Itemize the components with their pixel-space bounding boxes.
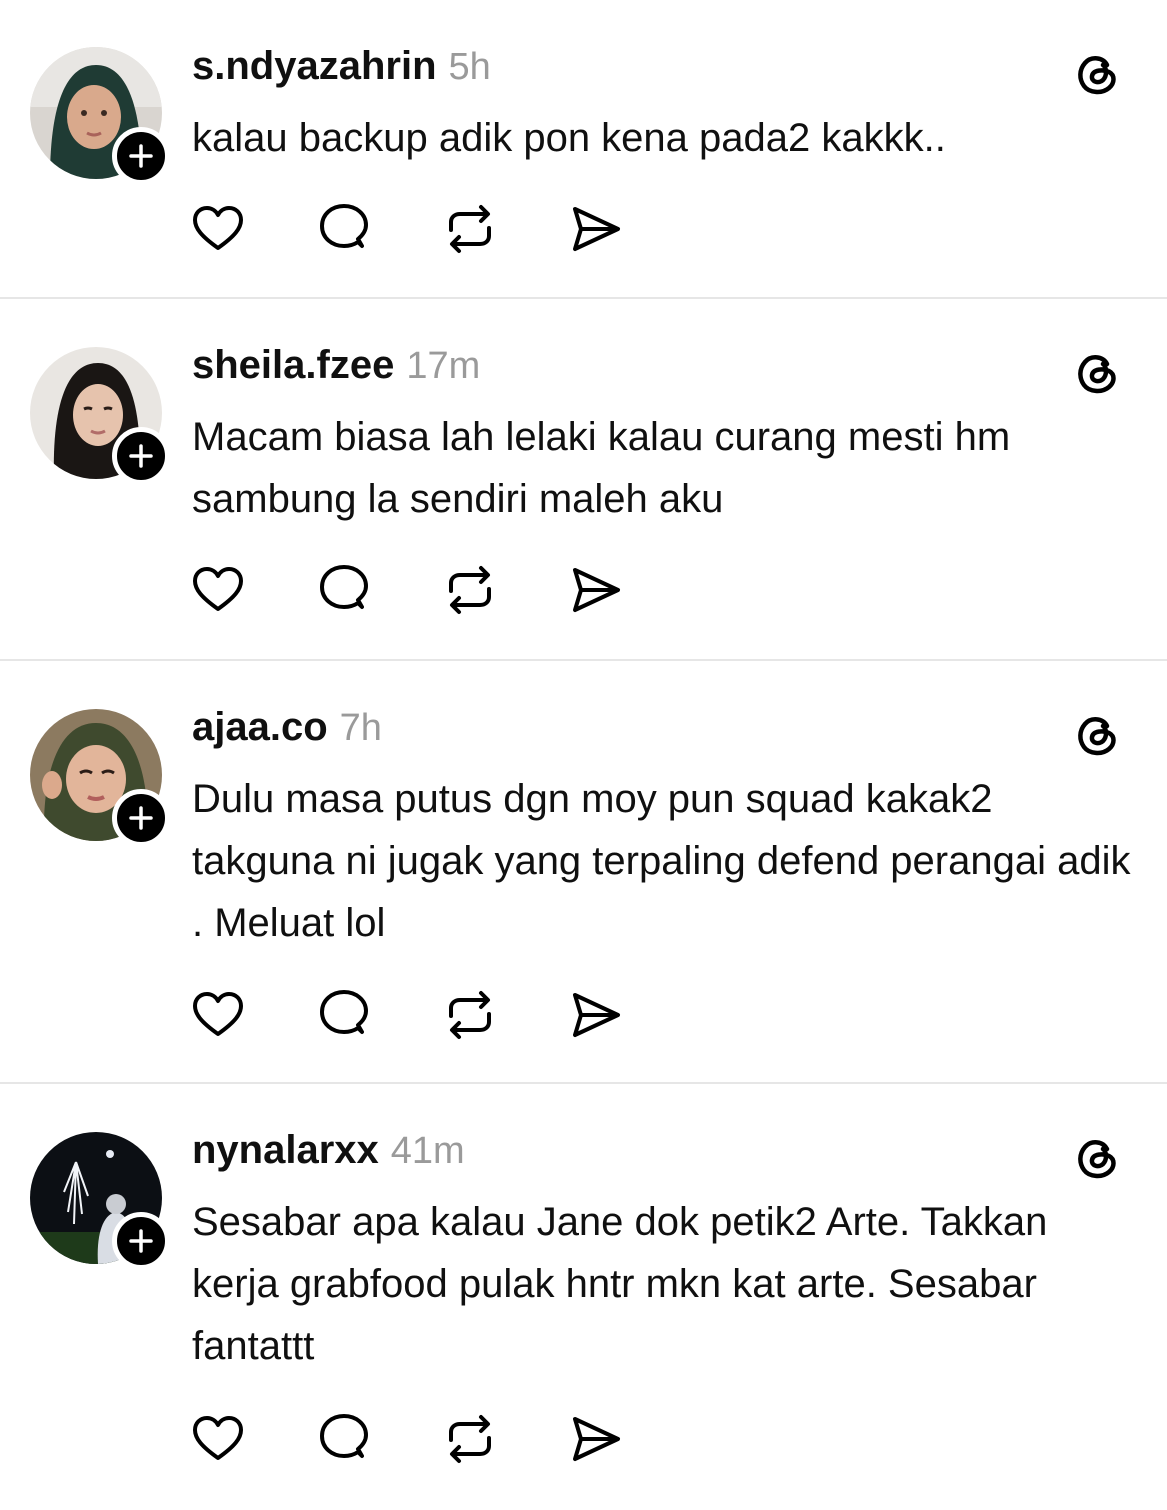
threads-logo-icon[interactable]	[1072, 347, 1122, 397]
reply-button[interactable]	[316, 987, 372, 1043]
post: ajaa.co 7h Dulu masa putus dgn moy pun s…	[0, 661, 1167, 1084]
repost-button[interactable]	[442, 562, 498, 618]
share-button[interactable]	[568, 201, 624, 257]
repost-button[interactable]	[442, 987, 498, 1043]
username[interactable]: ajaa.co	[192, 705, 328, 750]
timestamp: 7h	[339, 707, 382, 749]
plus-icon	[129, 806, 153, 830]
post-text: Dulu masa putus dgn moy pun squad kakak2…	[192, 777, 1131, 945]
post-text: Sesabar apa kalau Jane dok petik2 Arte. …	[192, 1200, 1048, 1368]
share-button[interactable]	[568, 987, 624, 1043]
reply-button[interactable]	[316, 562, 372, 618]
action-bar	[190, 987, 630, 1043]
threads-logo-icon[interactable]	[1072, 1132, 1122, 1182]
post: nynalarxx 41m Sesabar apa kalau Jane dok…	[0, 1084, 1167, 1510]
action-bar	[190, 562, 630, 618]
heart-icon	[193, 567, 243, 611]
heart-icon	[193, 206, 243, 250]
avatar[interactable]	[30, 347, 170, 485]
reply-button[interactable]	[316, 201, 372, 257]
repost-icon	[449, 205, 491, 253]
post-text: Macam biasa lah lelaki kalau curang mest…	[192, 415, 1011, 521]
follow-button[interactable]	[112, 127, 170, 185]
post: s.ndyazahrin 5h kalau backup adik pon ke…	[0, 0, 1167, 299]
comment-bubble-icon	[320, 1414, 368, 1458]
plus-icon	[129, 444, 153, 468]
comment-bubble-icon	[320, 204, 368, 248]
threads-logo-icon[interactable]	[1072, 48, 1122, 98]
like-button[interactable]	[190, 562, 246, 618]
repost-button[interactable]	[442, 201, 498, 257]
follow-button[interactable]	[112, 427, 170, 485]
send-icon	[573, 993, 620, 1037]
username[interactable]: sheila.fzee	[192, 343, 394, 388]
like-button[interactable]	[190, 1411, 246, 1467]
send-icon	[573, 1417, 620, 1461]
action-bar	[190, 1411, 630, 1467]
share-button[interactable]	[568, 1411, 624, 1467]
repost-icon	[449, 1415, 491, 1463]
post: sheila.fzee 17m Macam biasa lah lelaki k…	[0, 299, 1167, 661]
avatar[interactable]	[30, 1132, 170, 1270]
threads-logo-icon[interactable]	[1072, 709, 1122, 759]
like-button[interactable]	[190, 987, 246, 1043]
avatar[interactable]	[30, 47, 170, 185]
timestamp: 17m	[406, 345, 481, 387]
post-text: kalau backup adik pon kena pada2 kakkk..	[192, 116, 946, 160]
plus-icon	[129, 1229, 153, 1253]
repost-icon	[449, 991, 491, 1039]
comment-bubble-icon	[320, 990, 368, 1034]
heart-icon	[193, 1416, 243, 1460]
username[interactable]: s.ndyazahrin	[192, 44, 437, 89]
timestamp: 5h	[448, 46, 491, 88]
like-button[interactable]	[190, 201, 246, 257]
timestamp: 41m	[390, 1130, 465, 1172]
action-bar	[190, 201, 630, 257]
send-icon	[573, 207, 620, 251]
repost-button[interactable]	[442, 1411, 498, 1467]
username[interactable]: nynalarxx	[192, 1128, 379, 1173]
follow-button[interactable]	[112, 789, 170, 847]
plus-icon	[129, 144, 153, 168]
reply-button[interactable]	[316, 1411, 372, 1467]
avatar[interactable]	[30, 709, 170, 847]
heart-icon	[193, 992, 243, 1036]
follow-button[interactable]	[112, 1212, 170, 1270]
repost-icon	[449, 566, 491, 614]
send-icon	[573, 568, 620, 612]
comment-bubble-icon	[320, 565, 368, 609]
share-button[interactable]	[568, 562, 624, 618]
